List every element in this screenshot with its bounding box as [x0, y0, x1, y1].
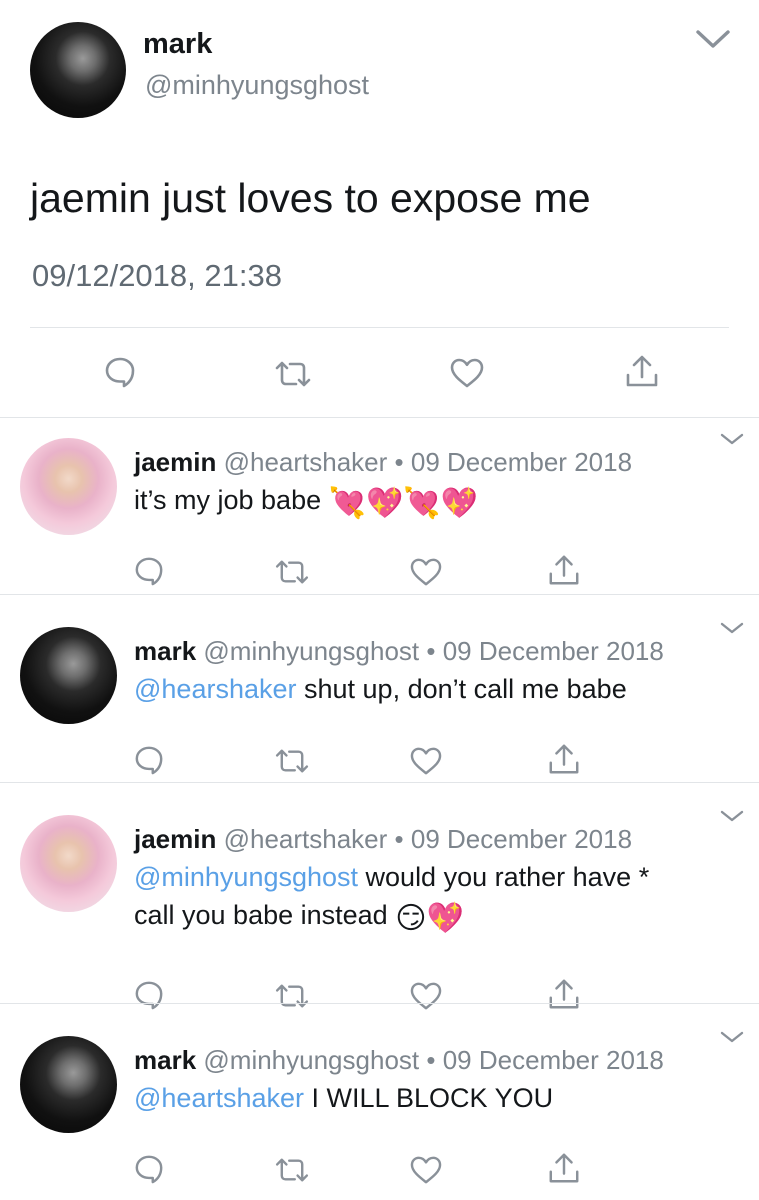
mention-link[interactable]: @minhyungsghost — [134, 862, 358, 892]
reply-date[interactable]: 09 December 2018 — [443, 1045, 664, 1075]
retweet-icon[interactable] — [273, 1157, 311, 1183]
divider — [0, 782, 759, 783]
reply-text: it’s my job babe 💘💖💘💖 — [134, 481, 734, 519]
more-chevron-icon[interactable] — [695, 28, 731, 50]
retweet-icon[interactable] — [273, 748, 311, 774]
avatar[interactable] — [20, 815, 117, 912]
more-chevron-icon[interactable] — [720, 1030, 744, 1044]
like-heart-icon[interactable] — [409, 981, 443, 1011]
author-handle[interactable]: @heartshaker — [224, 447, 388, 477]
reply-speech-bubble-icon[interactable] — [134, 980, 164, 1010]
avatar[interactable] — [20, 438, 117, 535]
reply-text: @heartshaker I WILL BLOCK YOU — [134, 1079, 734, 1117]
author-handle[interactable]: @minhyungsghost — [145, 70, 369, 101]
meta-separator: • — [394, 824, 404, 854]
reply-text-line1: shut up, don’t call me babe — [296, 674, 627, 704]
meta-separator: • — [426, 636, 436, 666]
retweet-icon[interactable] — [273, 983, 311, 1009]
author-handle[interactable]: @minhyungsghost — [203, 1045, 419, 1075]
reply-text-line1: it’s my job babe — [134, 485, 322, 515]
reply-text: @minhyungsghost would you rather have * c… — [134, 858, 734, 934]
reply-header: jaemin @heartshaker • 09 December 2018 — [134, 824, 632, 854]
reply-header: mark @minhyungsghost • 09 December 2018 — [134, 1045, 664, 1075]
reply-speech-bubble-icon[interactable] — [134, 556, 164, 586]
like-heart-icon[interactable] — [449, 357, 485, 389]
like-heart-icon[interactable] — [409, 746, 443, 776]
reply-date[interactable]: 09 December 2018 — [411, 824, 632, 854]
more-chevron-icon[interactable] — [720, 432, 744, 446]
retweet-icon[interactable] — [273, 559, 311, 585]
author-name[interactable]: mark — [134, 1045, 196, 1075]
more-chevron-icon[interactable] — [720, 809, 744, 823]
reply-text: @hearshaker shut up, don’t call me babe — [134, 670, 734, 708]
avatar[interactable] — [20, 627, 117, 724]
reply-text-line1: would you rather have * — [358, 862, 650, 892]
avatar[interactable] — [20, 1036, 117, 1133]
mention-link[interactable]: @heartshaker — [134, 1083, 304, 1113]
like-heart-icon[interactable] — [409, 1155, 443, 1185]
author-name[interactable]: jaemin — [134, 447, 216, 477]
reply-speech-bubble-icon[interactable] — [134, 1154, 164, 1184]
share-icon[interactable] — [547, 977, 581, 1011]
like-heart-icon[interactable] — [409, 557, 443, 587]
share-icon[interactable] — [624, 353, 660, 389]
meta-separator: • — [426, 1045, 436, 1075]
mention-link[interactable]: @hearshaker — [134, 674, 297, 704]
tweet-timestamp[interactable]: 09/12/2018, 21:38 — [32, 258, 282, 294]
reply-speech-bubble-icon[interactable] — [104, 356, 136, 388]
author-name[interactable]: mark — [134, 636, 196, 666]
reply-text-line1: I WILL BLOCK YOU — [304, 1083, 554, 1113]
reply-speech-bubble-icon[interactable] — [134, 745, 164, 775]
reply-date[interactable]: 09 December 2018 — [443, 636, 664, 666]
author-handle[interactable]: @heartshaker — [224, 824, 388, 854]
reply-header: mark @minhyungsghost • 09 December 2018 — [134, 636, 664, 666]
share-icon[interactable] — [547, 1151, 581, 1185]
more-chevron-icon[interactable] — [720, 621, 744, 635]
share-icon[interactable] — [547, 553, 581, 587]
reply-date[interactable]: 09 December 2018 — [411, 447, 632, 477]
divider — [0, 594, 759, 595]
reply-text-line2: call you babe instead — [134, 900, 388, 930]
reply-header: jaemin @heartshaker • 09 December 2018 — [134, 447, 632, 477]
divider — [0, 1003, 759, 1004]
author-name[interactable]: mark — [143, 28, 212, 61]
divider — [30, 327, 729, 328]
emoji-sequence: 😏💖 — [395, 901, 464, 936]
tweet-text: jaemin just loves to expose me — [30, 175, 591, 221]
emoji-sequence: 💘💖💘💖 — [328, 486, 479, 521]
avatar[interactable] — [30, 22, 126, 118]
author-handle[interactable]: @minhyungsghost — [203, 636, 419, 666]
author-name[interactable]: jaemin — [134, 824, 216, 854]
retweet-icon[interactable] — [273, 360, 313, 388]
divider — [0, 417, 759, 418]
share-icon[interactable] — [547, 742, 581, 776]
meta-separator: • — [394, 447, 404, 477]
